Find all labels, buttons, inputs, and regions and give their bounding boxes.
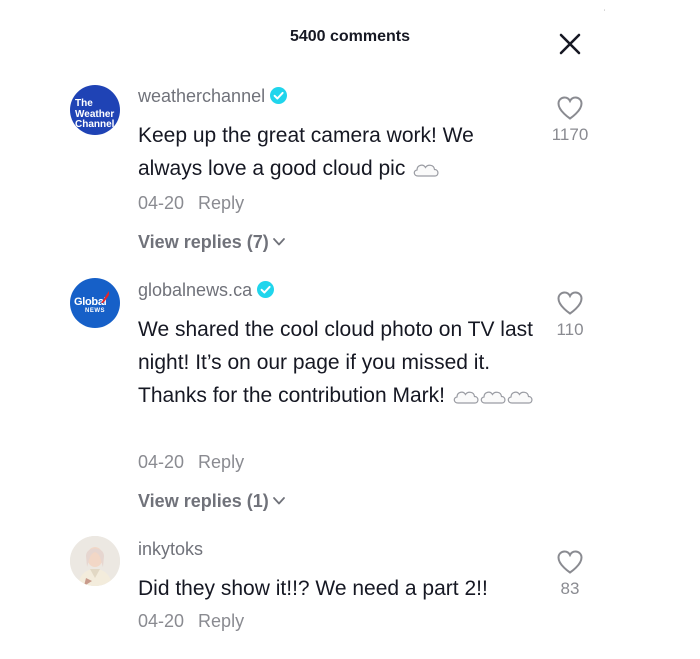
avatar-weatherchannel[interactable]: The Weather Channel <box>70 85 120 135</box>
comment-text-body: Did they show it!!? We need a part 2!! <box>138 577 488 600</box>
avatar-globalnews[interactable]: Global NEWS <box>70 278 120 328</box>
view-replies-label: View replies (1) <box>138 491 269 511</box>
close-button[interactable] <box>556 30 584 58</box>
cloud-emoji <box>507 391 533 404</box>
comment-date: 04-20 <box>138 611 185 631</box>
avatar-logo-text: The <box>75 98 93 109</box>
heart-outline-icon[interactable] <box>556 549 584 575</box>
global-swoosh-icon <box>101 291 109 303</box>
comment-meta: 04-20 Reply <box>138 452 244 473</box>
comment-username[interactable]: inkytoks <box>138 539 203 560</box>
like-control: 1170 <box>548 95 592 145</box>
like-count: 110 <box>556 320 584 339</box>
verified-badge-icon <box>270 87 288 104</box>
comment-username[interactable]: globalnews.ca <box>138 280 275 301</box>
user-avatar-photo <box>70 536 120 586</box>
chevron-down-icon <box>272 497 285 505</box>
comment-text: We shared the cool cloud photo on TV las… <box>138 313 536 412</box>
comment-meta: 04-20 Reply <box>138 193 244 214</box>
comment-date: 04-20 <box>138 452 185 472</box>
heart-outline-icon[interactable] <box>556 290 584 316</box>
verified-badge-icon <box>257 281 275 298</box>
view-replies-button[interactable]: View replies (1) <box>138 491 286 512</box>
comment-meta: 04-20 Reply <box>138 611 244 632</box>
comment-text: Keep up the great camera work! We always… <box>138 119 538 185</box>
avatar-inkytoks[interactable] <box>70 536 120 586</box>
comments-count-title: 5400 comments <box>289 28 411 45</box>
username-text: globalnews.ca <box>138 280 253 300</box>
username-text: inkytoks <box>138 539 204 559</box>
comment-date: 04-20 <box>138 193 185 213</box>
cloud-emoji <box>413 164 439 177</box>
reply-button[interactable]: Reply <box>198 193 244 213</box>
comment-text: Did they show it!!? We need a part 2!! <box>138 572 538 605</box>
comment-username[interactable]: weatherchannel <box>138 86 288 107</box>
view-replies-label: View replies (7) <box>138 232 269 252</box>
avatar-logo-text: Channel <box>75 119 115 130</box>
reply-button[interactable]: Reply <box>198 611 244 631</box>
reply-button[interactable]: Reply <box>198 452 244 472</box>
cloud-emoji <box>480 391 506 404</box>
comments-header: 5400 comments <box>0 0 700 70</box>
chevron-down-icon <box>272 238 285 246</box>
close-icon <box>559 33 581 55</box>
corner-mark: ʾ <box>603 8 606 18</box>
heart-outline-icon[interactable] <box>556 95 584 121</box>
username-text: weatherchannel <box>138 86 266 106</box>
like-count: 83 <box>560 579 580 598</box>
like-control: 83 <box>548 549 592 599</box>
view-replies-button[interactable]: View replies (7) <box>138 232 286 253</box>
like-control: 110 <box>548 290 592 340</box>
avatar-logo-subtext: NEWS <box>85 308 105 314</box>
like-count: 1170 <box>551 125 589 144</box>
cloud-emoji <box>453 391 479 404</box>
